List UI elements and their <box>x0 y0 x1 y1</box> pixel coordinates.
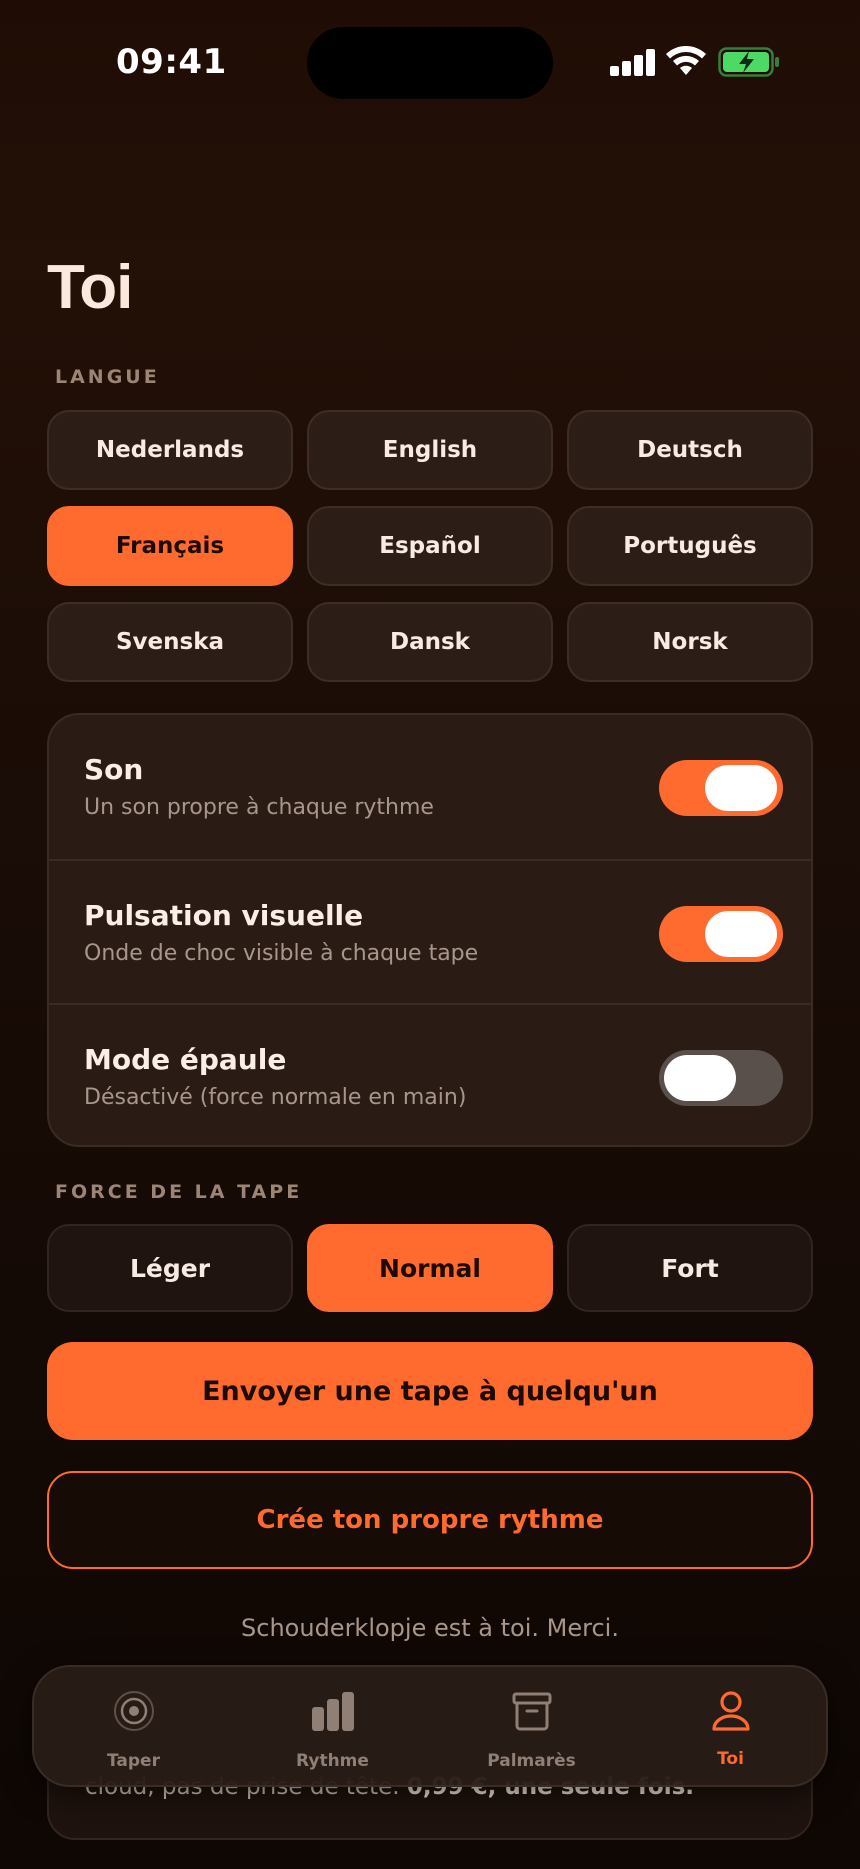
battery-charging-icon <box>718 47 779 77</box>
force-option-normal[interactable]: Normal <box>307 1224 553 1312</box>
tab-label: Palmarès <box>487 1751 576 1771</box>
force-option-strong[interactable]: Fort <box>567 1224 813 1312</box>
setting-subtitle: Désactivé (force normale en main) <box>84 1085 467 1110</box>
language-option-svenska[interactable]: Svenska <box>47 602 293 682</box>
language-option-francais[interactable]: Français <box>47 506 293 586</box>
language-option-espanol[interactable]: Español <box>307 506 553 586</box>
cellular-signal-icon <box>610 48 656 76</box>
setting-row-sound: Son Un son propre à chaque rythme <box>49 715 811 859</box>
language-option-deutsch[interactable]: Deutsch <box>567 410 813 490</box>
language-option-norsk[interactable]: Norsk <box>567 602 813 682</box>
language-option-english[interactable]: English <box>307 410 553 490</box>
setting-row-shoulder-mode: Mode épaule Désactivé (force normale en … <box>49 1003 811 1145</box>
dynamic-island <box>307 27 553 99</box>
setting-row-visual-pulse: Pulsation visuelle Onde de choc visible … <box>49 859 811 1003</box>
language-option-dansk[interactable]: Dansk <box>307 602 553 682</box>
create-rhythm-button[interactable]: Crée ton propre rythme <box>47 1471 813 1569</box>
thanks-note: Schouderklopje est à toi. Merci. <box>241 1614 619 1642</box>
tab-label: Taper <box>107 1751 160 1771</box>
force-option-light[interactable]: Léger <box>47 1224 293 1312</box>
tab-palmares[interactable]: Palmarès <box>432 1667 631 1789</box>
tab-rythme[interactable]: Rythme <box>233 1667 432 1789</box>
tab-taper[interactable]: Taper <box>34 1667 233 1789</box>
language-option-portugues[interactable]: Português <box>567 506 813 586</box>
tab-bar: Taper Rythme Palmarès Toi <box>32 1665 828 1787</box>
target-icon <box>113 1691 154 1731</box>
settings-card: Son Un son propre à chaque rythme Pulsat… <box>47 713 813 1147</box>
setting-title: Son <box>84 753 144 786</box>
status-bar: 09:41 <box>0 0 860 130</box>
toggle-knob <box>705 765 777 811</box>
page-title: Toi <box>47 253 133 322</box>
archive-box-icon <box>512 1692 551 1731</box>
language-option-nederlands[interactable]: Nederlands <box>47 410 293 490</box>
setting-subtitle: Un son propre à chaque rythme <box>84 795 434 820</box>
tab-label: Toi <box>717 1749 744 1769</box>
shoulder-mode-toggle[interactable] <box>659 1050 783 1106</box>
bars-icon <box>311 1692 354 1731</box>
person-icon <box>711 1691 750 1731</box>
tab-label: Rythme <box>296 1751 369 1771</box>
toggle-knob <box>705 911 777 957</box>
tap-force-selector: Léger Normal Fort <box>47 1224 813 1312</box>
tab-toi[interactable]: Toi <box>631 1667 830 1789</box>
status-time: 09:41 <box>116 42 227 82</box>
setting-title: Mode épaule <box>84 1043 287 1076</box>
sound-toggle[interactable] <box>659 760 783 816</box>
language-section-label: LANGUE <box>55 366 160 388</box>
force-section-label: FORCE DE LA TAPE <box>55 1181 303 1203</box>
visual-pulse-toggle[interactable] <box>659 906 783 962</box>
setting-subtitle: Onde de choc visible à chaque tape <box>84 941 479 966</box>
setting-title: Pulsation visuelle <box>84 899 364 932</box>
send-tap-button[interactable]: Envoyer une tape à quelqu'un <box>47 1342 813 1440</box>
toggle-knob <box>664 1055 736 1101</box>
wifi-icon <box>666 46 706 75</box>
